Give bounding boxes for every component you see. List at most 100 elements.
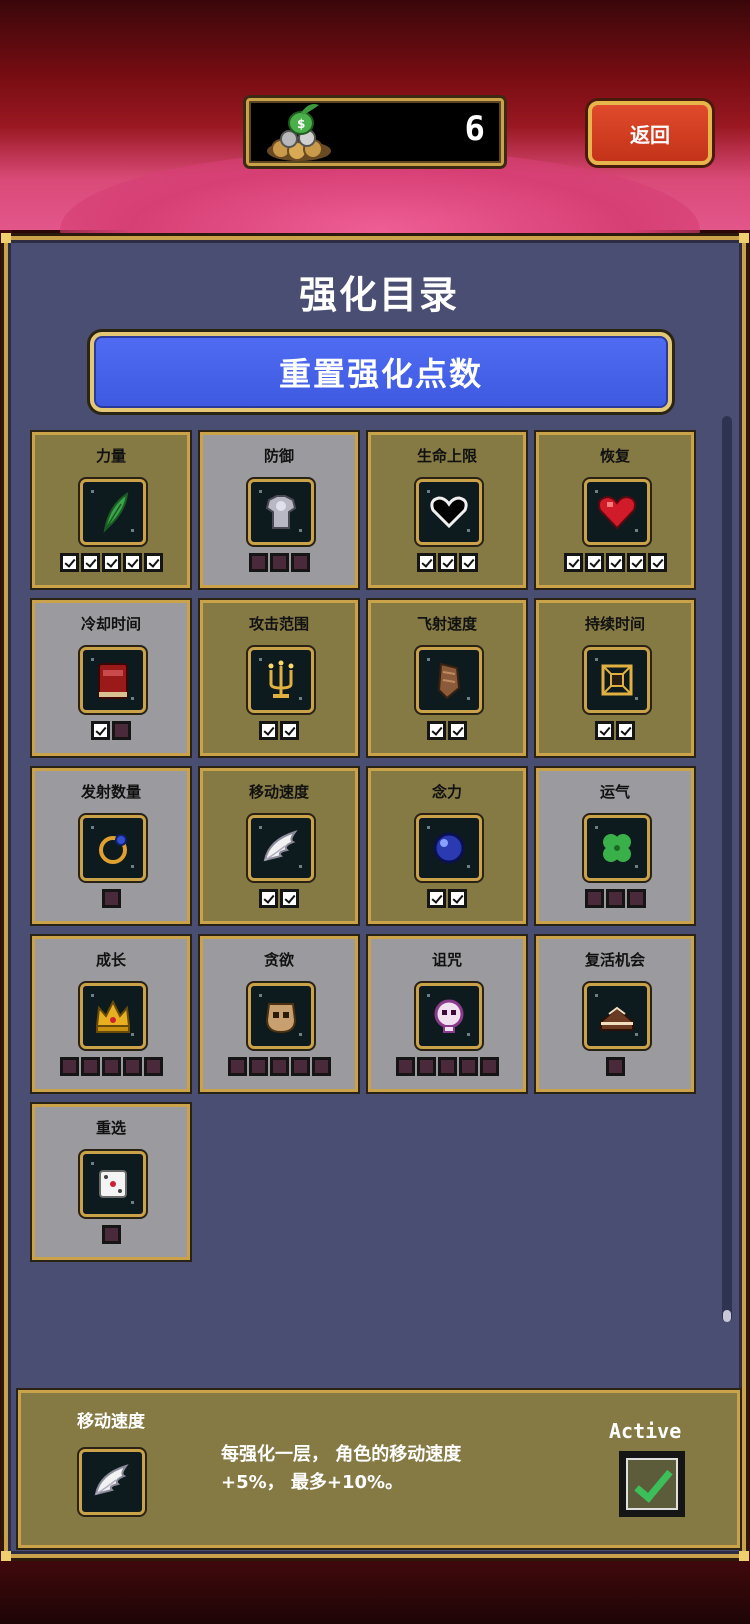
upgrade-card[interactable]: 力量 xyxy=(32,432,190,588)
panel-corner xyxy=(739,233,749,243)
upgrade-level-pips xyxy=(35,1225,187,1244)
mask-icon xyxy=(265,1003,297,1034)
upgrade-icon-frame xyxy=(584,815,650,881)
upgrade-card[interactable]: 诅咒 xyxy=(368,936,526,1092)
level-pip-filled xyxy=(584,553,604,572)
level-pip-empty xyxy=(605,1057,625,1076)
upgrade-card[interactable]: 防御 xyxy=(200,432,358,588)
level-pip-filled xyxy=(448,889,467,908)
currency-value: 6 xyxy=(464,109,485,149)
upgrade-icon-frame xyxy=(584,983,650,1049)
upgrade-icon-frame xyxy=(248,647,314,713)
upgrade-level-pips xyxy=(371,721,523,740)
scrollbar[interactable] xyxy=(722,416,732,1322)
upgrade-card[interactable]: 发射数量 xyxy=(32,768,190,924)
level-pip-empty xyxy=(59,1057,79,1076)
upgrade-label: 恢复 xyxy=(599,447,630,465)
bracer-icon xyxy=(437,662,461,700)
upgrade-card[interactable]: 贪欲 xyxy=(200,936,358,1092)
upgrade-card[interactable]: 攻击范围 xyxy=(200,600,358,756)
level-pip-filled xyxy=(101,553,121,572)
back-button[interactable]: 返回 xyxy=(588,101,712,165)
upgrade-card[interactable]: 成长 xyxy=(32,936,190,1092)
upgrade-card[interactable]: 持续时间 xyxy=(536,600,694,756)
tome-icon xyxy=(98,663,128,699)
upgrade-label: 重选 xyxy=(95,1119,126,1137)
upgrade-level-pips xyxy=(539,553,691,572)
upgrade-level-pips xyxy=(35,889,187,908)
upgrade-card[interactable]: 飞射速度 xyxy=(368,600,526,756)
upgrade-level-pips xyxy=(539,889,691,908)
seed-coin-pile-icon: $ xyxy=(267,104,331,161)
upgrade-label: 贪欲 xyxy=(263,951,294,969)
upgrade-level-pips xyxy=(35,553,187,572)
level-pip-filled xyxy=(80,553,100,572)
level-pip-filled xyxy=(626,553,646,572)
armor-icon xyxy=(265,495,297,529)
level-pip-empty xyxy=(416,1057,436,1076)
upgrade-label: 运气 xyxy=(599,783,630,801)
level-pip-filled xyxy=(563,553,583,572)
upgrade-level-pips xyxy=(371,1057,523,1076)
upgrade-icon-frame xyxy=(80,647,146,713)
upgrade-card[interactable]: 冷却时间 xyxy=(32,600,190,756)
upgrade-icon-frame xyxy=(80,815,146,881)
panel-corner xyxy=(739,1551,749,1561)
page-title: 强化目录 xyxy=(298,273,459,317)
upgrade-level-pips xyxy=(203,553,355,572)
upgrade-card[interactable]: 生命上限 xyxy=(368,432,526,588)
upgrade-card[interactable]: 运气 xyxy=(536,768,694,924)
level-pip-empty xyxy=(122,1057,142,1076)
upgrade-label: 移动速度 xyxy=(248,783,309,801)
level-pip-filled xyxy=(437,553,457,572)
level-pip-empty xyxy=(311,1057,331,1076)
upgrade-card[interactable]: 念力 xyxy=(368,768,526,924)
upgrade-label: 生命上限 xyxy=(416,447,477,465)
reset-points-button[interactable]: 重置强化点数 xyxy=(90,332,672,412)
upgrade-card[interactable]: 移动速度 xyxy=(200,768,358,924)
upgrade-label: 持续时间 xyxy=(584,615,645,633)
upgrade-icon-frame xyxy=(80,1151,146,1217)
level-pip-empty xyxy=(101,1057,121,1076)
level-pip-empty xyxy=(80,1057,100,1076)
upgrade-card[interactable]: 复活机会 xyxy=(536,936,694,1092)
upgrade-icon-frame xyxy=(416,815,482,881)
candelabra-icon xyxy=(268,660,294,698)
wings-icon xyxy=(94,1464,129,1496)
level-pip-filled xyxy=(280,889,299,908)
detail-description-line: 每强化一层， 角色的移动速度 xyxy=(221,1444,462,1465)
upgrade-card[interactable]: 重选 xyxy=(32,1104,190,1260)
scrollbar-thumb[interactable] xyxy=(723,1310,731,1322)
upgrade-icon-frame xyxy=(248,815,314,881)
level-pip-empty xyxy=(248,553,268,572)
detail-title: 移动速度 xyxy=(77,1412,145,1432)
level-pip-empty xyxy=(584,889,604,908)
level-pip-filled xyxy=(427,889,446,908)
upgrade-label: 复活机会 xyxy=(584,951,645,969)
cake-icon xyxy=(600,1006,634,1031)
ring-icon xyxy=(99,834,127,864)
level-pip-empty xyxy=(290,553,310,572)
upgrade-label: 发射数量 xyxy=(80,783,141,801)
upgrade-card[interactable]: 恢复 xyxy=(536,432,694,588)
upgrade-label: 攻击范围 xyxy=(248,615,309,633)
upgrade-icon-frame xyxy=(80,479,146,545)
spellbinder-icon xyxy=(601,664,633,696)
upgrade-panel: 强化目录 重置强化点数 力量 防御 生命上限 恢复冷却时间 攻击范围 飞射速度 持续时间发射… xyxy=(1,233,749,1561)
upgrade-label: 成长 xyxy=(95,951,126,969)
black-heart-icon xyxy=(430,496,468,529)
level-pip-empty xyxy=(437,1057,457,1076)
level-pip-empty xyxy=(101,889,121,908)
active-checkbox[interactable] xyxy=(619,1451,685,1517)
upgrade-level-pips xyxy=(203,1057,355,1076)
svg-text:$: $ xyxy=(297,117,305,131)
upgrade-level-pips xyxy=(371,889,523,908)
level-pip-empty xyxy=(248,1057,268,1076)
level-pip-filled xyxy=(448,721,467,740)
upgrade-icon-frame xyxy=(416,479,482,545)
orb-icon xyxy=(433,832,465,864)
check-icon xyxy=(626,1458,678,1510)
level-pip-filled xyxy=(259,721,278,740)
level-pip-empty xyxy=(269,1057,289,1076)
detail-description: 每强化一层， 角色的移动速度 +5%， 最多+10%。 xyxy=(221,1441,551,1497)
